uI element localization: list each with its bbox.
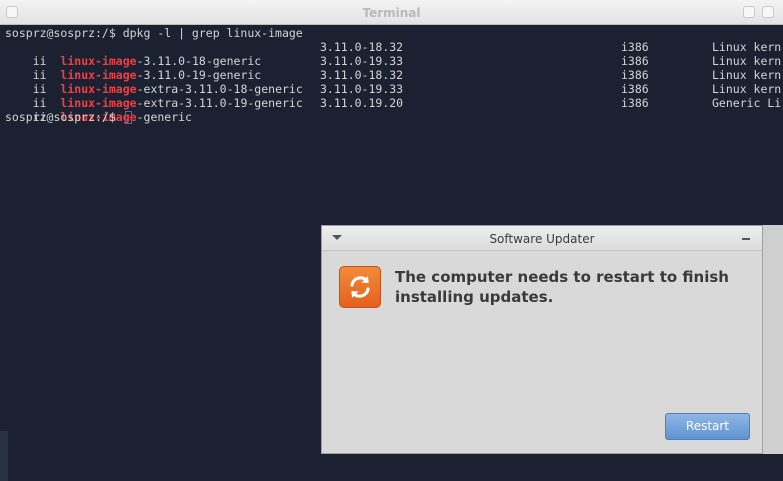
description-cell: Linux kern bbox=[712, 68, 782, 82]
package-row: ii linux-image-extra-3.11.0-18-generic 3… bbox=[5, 68, 783, 96]
arch-cell: i386 bbox=[621, 82, 649, 96]
arch-cell: i386 bbox=[621, 96, 649, 110]
left-edge-strip bbox=[0, 431, 8, 481]
prompt-line[interactable]: sosprz@sosprz:/$ bbox=[5, 110, 132, 124]
minimize-button[interactable] bbox=[743, 6, 755, 18]
arch-cell: i386 bbox=[621, 68, 649, 82]
arch-cell: i386 bbox=[621, 40, 649, 54]
prompt: sosprz@sosprz:/$ bbox=[5, 110, 123, 124]
description-cell: Linux kern bbox=[712, 82, 782, 96]
package-row: ii linux-image-3.11.0-18-generic 3.11.0-… bbox=[5, 40, 783, 68]
terminal-titlebar: Terminal bbox=[0, 0, 783, 25]
version-cell: 3.11.0.19.20 bbox=[320, 96, 404, 110]
minimize-icon[interactable] bbox=[742, 238, 750, 240]
package-row: ii linux-image-generic 3.11.0.19.20 i386… bbox=[5, 96, 783, 124]
description-cell: Linux kern bbox=[712, 40, 782, 54]
version-cell: 3.11.0-18.32 bbox=[320, 68, 404, 82]
refresh-icon bbox=[339, 266, 381, 308]
dialog-titlebar: Software Updater bbox=[322, 226, 762, 251]
maximize-button[interactable] bbox=[762, 6, 774, 18]
version-cell: 3.11.0-19.33 bbox=[320, 54, 404, 68]
dialog-title: Software Updater bbox=[489, 232, 595, 246]
text-cursor bbox=[124, 111, 132, 124]
software-updater-dialog: Software Updater The computer needs to r… bbox=[321, 225, 763, 454]
package-row: ii linux-image-3.11.0-19-generic 3.11.0-… bbox=[5, 54, 783, 82]
restart-message: The computer needs to restart to finish … bbox=[395, 268, 729, 306]
description-cell: Generic Li bbox=[712, 96, 782, 110]
version-cell: 3.11.0-19.33 bbox=[320, 82, 404, 96]
restart-button[interactable]: Restart bbox=[665, 413, 750, 440]
description-cell: Linux kern bbox=[712, 54, 782, 68]
version-cell: 3.11.0-18.32 bbox=[320, 40, 404, 54]
package-row: ii linux-image-extra-3.11.0-19-generic 3… bbox=[5, 82, 783, 110]
package-name-rest: -generic bbox=[136, 110, 192, 124]
command-line: sosprz@sosprz:/$ dpkg -l | grep linux-im… bbox=[5, 26, 303, 40]
terminal-title: Terminal bbox=[362, 6, 421, 20]
background-strip bbox=[763, 225, 783, 454]
arch-cell: i386 bbox=[621, 54, 649, 68]
